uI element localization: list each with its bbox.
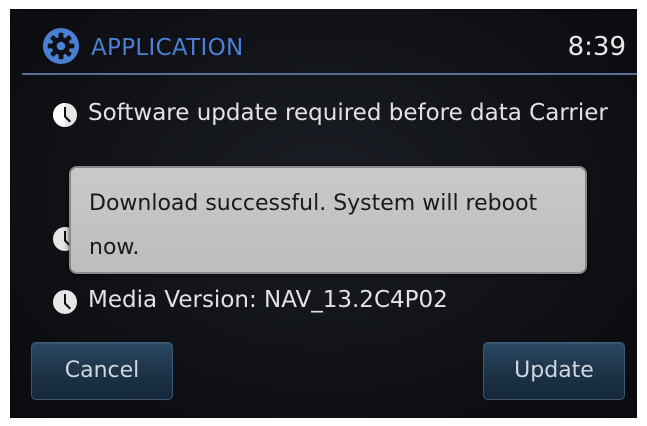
info-icon xyxy=(53,103,77,127)
infotainment-screen: APPLICATION 8:39 Software update require… xyxy=(10,9,637,418)
header-divider xyxy=(22,73,637,75)
gear-icon xyxy=(42,27,80,65)
header-bar: APPLICATION 8:39 xyxy=(10,9,637,75)
clock-time: 8:39 xyxy=(567,32,626,62)
info-icon xyxy=(53,290,77,314)
page-title: APPLICATION xyxy=(91,35,244,61)
status-popup[interactable]: Download successful. System will reboot … xyxy=(69,166,587,274)
update-button[interactable]: Update xyxy=(483,342,625,400)
info-row-text: Media Version: NAV_13.2C4P02 xyxy=(88,287,448,313)
info-row-text: Software update required before data Car… xyxy=(88,100,608,126)
popup-message: Download successful. System will reboot … xyxy=(89,191,538,260)
cancel-button[interactable]: Cancel xyxy=(31,342,173,400)
